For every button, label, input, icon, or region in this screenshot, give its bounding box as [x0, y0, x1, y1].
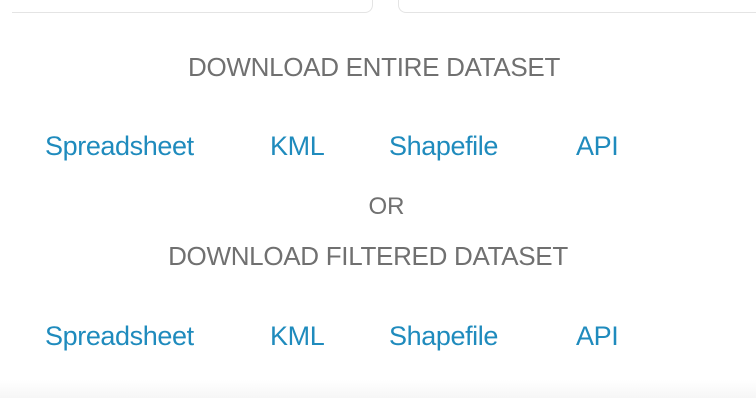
filtered-spreadsheet-link[interactable]: Spreadsheet — [45, 320, 194, 352]
download-entire-heading: DOWNLOAD ENTIRE DATASET — [187, 52, 561, 82]
entire-kml-link[interactable]: KML — [270, 130, 325, 162]
panel-bottom-edge — [0, 380, 756, 398]
download-filtered-heading: DOWNLOAD FILTERED DATASET — [168, 241, 568, 271]
filtered-shapefile-link[interactable]: Shapefile — [389, 320, 498, 352]
filtered-api-link[interactable]: API — [576, 320, 619, 352]
or-separator: OR — [368, 193, 405, 220]
tab-divider-left — [12, 0, 373, 13]
entire-spreadsheet-link[interactable]: Spreadsheet — [45, 130, 194, 162]
filtered-kml-link[interactable]: KML — [270, 320, 325, 352]
tab-divider-right — [398, 0, 756, 13]
download-panel: DOWNLOAD ENTIRE DATASET Spreadsheet KML … — [0, 0, 756, 398]
entire-shapefile-link[interactable]: Shapefile — [389, 130, 498, 162]
entire-api-link[interactable]: API — [576, 130, 619, 162]
